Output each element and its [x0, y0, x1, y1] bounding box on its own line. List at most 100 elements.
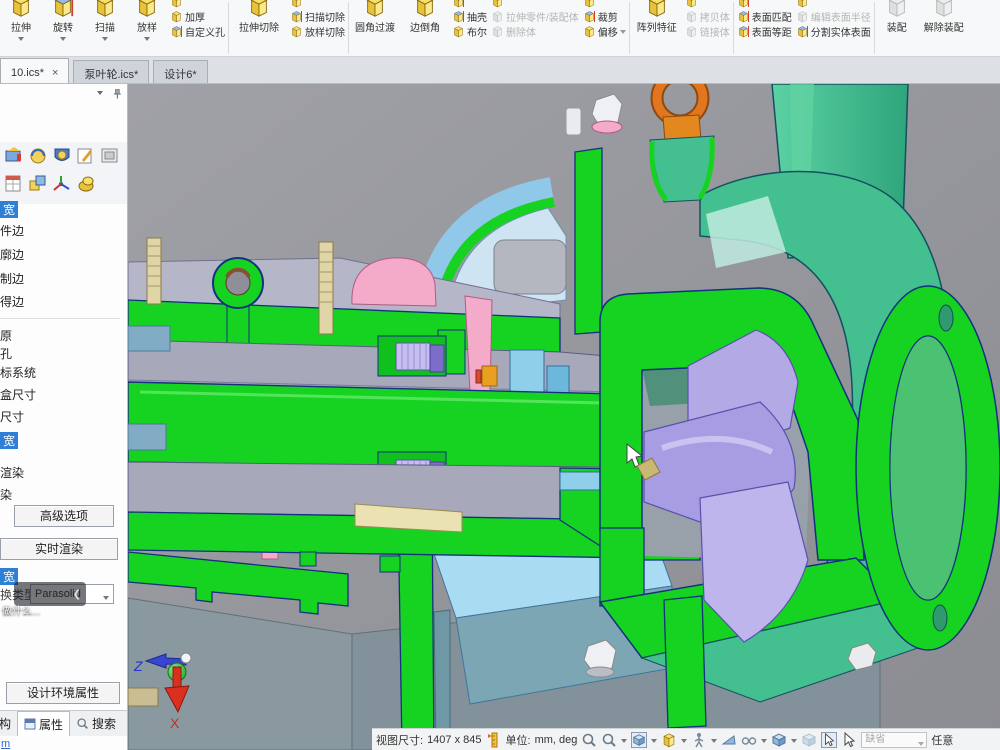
close-icon[interactable]: ×	[52, 67, 58, 79]
tool-icon-2[interactable]	[28, 146, 48, 166]
surface-match-button[interactable]: 表面匹配	[737, 9, 792, 24]
stereo-glasses-icon[interactable]	[741, 732, 757, 748]
offset-button[interactable]: 偏移	[583, 24, 626, 39]
custom-hole-button[interactable]: 自定义孔	[170, 24, 225, 39]
tab-pump-impeller[interactable]: 泵叶轮.ics*	[73, 60, 149, 83]
tree-item[interactable]: 孔	[0, 345, 12, 362]
extrude-label: 拉伸	[11, 19, 31, 34]
disassemble-button[interactable]: 解除装配	[919, 0, 969, 56]
ribbon-group-assembly: 装配 解除装配	[876, 0, 970, 56]
tool-icon-4[interactable]	[76, 146, 96, 166]
tree-item[interactable]: 得边	[0, 293, 24, 310]
clipped-tool-row[interactable]	[290, 0, 345, 9]
chevron-down-icon	[918, 742, 924, 746]
extrude-cut-button[interactable]: 拉伸切除	[231, 0, 287, 56]
clipped-tool-row	[796, 0, 871, 9]
clipped-tool-row[interactable]	[685, 0, 730, 9]
tree-item[interactable]: 制边	[0, 270, 24, 287]
tree-item[interactable]: 宽	[0, 201, 18, 218]
tool-icon-7[interactable]	[28, 174, 48, 194]
clipped-tab[interactable]: 构	[0, 711, 17, 736]
tool-icon	[170, 0, 183, 8]
sweep-cut-button[interactable]: 扫描切除	[290, 9, 345, 24]
3d-viewport[interactable]: Z X	[128, 84, 1000, 750]
tab-10ics[interactable]: 10.ics*×	[0, 58, 69, 83]
trim-button[interactable]: 裁剪	[583, 9, 626, 24]
tab-design6[interactable]: 设计6*	[153, 60, 207, 83]
loft-button[interactable]: 放样	[127, 0, 167, 56]
copy-body-button[interactable]: 拷贝体	[685, 9, 730, 24]
pick-cursor-icon[interactable]	[841, 732, 857, 748]
edit-surface-radius-button[interactable]: 编辑表面半径	[796, 9, 871, 24]
revolve-button[interactable]: 旋转	[43, 0, 83, 56]
zoom-mode-icon[interactable]	[601, 732, 617, 748]
walkthrough-icon[interactable]	[691, 732, 707, 748]
tool-icon-1[interactable]	[4, 146, 24, 166]
advanced-options-button[interactable]: 高级选项	[14, 505, 114, 527]
properties-tab[interactable]: 属性	[17, 711, 70, 736]
clipped-tool-row[interactable]	[452, 0, 487, 9]
tree-item[interactable]: 廓边	[0, 246, 24, 263]
tree-item[interactable]: 宽	[0, 432, 18, 449]
tree-item[interactable]: 盒尺寸	[0, 386, 36, 403]
watermark-link[interactable]: m	[1, 738, 10, 750]
design-env-properties-button[interactable]: 设计环境属性	[6, 682, 120, 704]
tree-item[interactable]: 标系统	[0, 364, 36, 381]
zoom-in-icon[interactable]	[581, 732, 597, 748]
clipped-tool-row[interactable]	[170, 0, 225, 9]
tree-item[interactable]: 件边	[0, 222, 24, 239]
extrude-part-button[interactable]: 拉伸零件/装配体	[491, 9, 579, 24]
loft-cut-icon	[290, 25, 303, 38]
tree-item[interactable]: 原	[0, 327, 12, 344]
render-mode-icon[interactable]	[661, 732, 677, 748]
axes-triad-icon[interactable]	[52, 174, 72, 194]
tree-item[interactable]: 尺寸	[0, 408, 24, 425]
tool-icon-3[interactable]	[52, 146, 72, 166]
tool-icon-6[interactable]	[4, 174, 24, 194]
sweep-button[interactable]: 扫描	[85, 0, 125, 56]
chevron-down-icon[interactable]	[761, 739, 767, 743]
chevron-down-icon[interactable]	[711, 739, 717, 743]
chamfer-icon	[412, 0, 438, 18]
chevron-down-icon[interactable]	[621, 739, 627, 743]
boolean-button[interactable]: 布尔	[452, 24, 487, 39]
display-style-icon[interactable]	[771, 732, 787, 748]
surface-offset-button[interactable]: 表面等距	[737, 24, 792, 39]
chevron-down-icon[interactable]	[651, 739, 657, 743]
assemble-button[interactable]: 装配	[877, 0, 917, 56]
section-wedge-icon[interactable]	[721, 732, 737, 748]
filter-preset-select[interactable]: 缺省	[861, 732, 927, 748]
tool-icon-5[interactable]	[100, 146, 120, 166]
search-tab[interactable]: 搜索	[70, 711, 122, 736]
disabled-view-icon	[801, 732, 817, 748]
snap-mode-label[interactable]: 任意	[931, 732, 953, 748]
split-surface-button[interactable]: 分割实体表面	[796, 24, 871, 39]
tree-item[interactable]: 渲染	[0, 464, 24, 481]
thicken-button[interactable]: 加厚	[170, 9, 225, 24]
tool-icon-8[interactable]	[76, 174, 96, 194]
pattern-features-button[interactable]: 阵列特征	[632, 0, 682, 56]
chamfer-button[interactable]: 边倒角	[401, 0, 449, 56]
shell-button[interactable]: 抽壳	[452, 9, 487, 24]
delete-body-button[interactable]: 删除体	[491, 24, 579, 39]
chevron-down-icon[interactable]	[681, 739, 687, 743]
realtime-render-button[interactable]: 实时渲染	[0, 538, 118, 560]
panel-chevron-down-icon[interactable]	[97, 91, 103, 95]
ruler-icon[interactable]	[486, 732, 502, 748]
pin-icon[interactable]	[111, 88, 123, 100]
chevron-down-icon	[102, 37, 108, 41]
ribbon-separator	[228, 2, 229, 54]
extrude-button[interactable]: 拉伸	[1, 0, 41, 56]
suction-flange[interactable]	[856, 286, 1000, 650]
tool-icon	[290, 0, 303, 8]
chevron-down-icon[interactable]	[791, 739, 797, 743]
clipped-tool-row[interactable]	[737, 0, 792, 9]
fillet-button[interactable]: 圆角过渡	[351, 0, 399, 56]
clipped-tool-row[interactable]	[583, 0, 626, 9]
loft-cut-button[interactable]: 放样切除	[290, 24, 345, 39]
select-cursor-icon[interactable]	[821, 732, 837, 748]
view-orientation-icon[interactable]	[631, 732, 647, 748]
tree-item[interactable]: 染	[0, 486, 12, 503]
link-body-button[interactable]: 链接体	[685, 24, 730, 39]
chevron-down-icon	[103, 596, 109, 600]
